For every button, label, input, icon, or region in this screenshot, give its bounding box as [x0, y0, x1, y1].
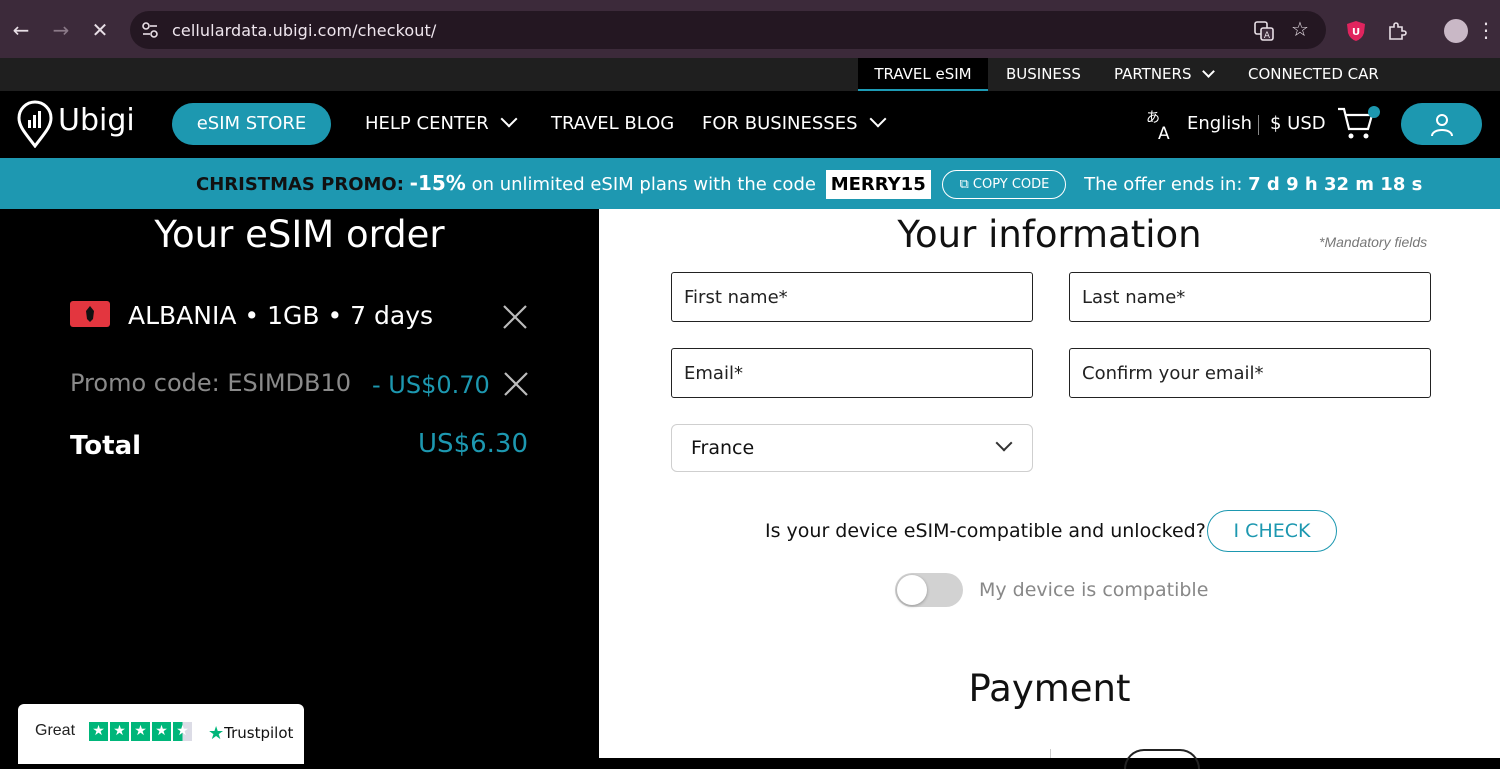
first-name-input[interactable]	[672, 273, 1032, 321]
copy-icon: ⧉	[959, 177, 969, 192]
toggle-knob	[897, 575, 927, 605]
language-icon[interactable]: あ A	[1144, 108, 1178, 142]
country-value: France	[691, 437, 755, 459]
copy-code-label: COPY CODE	[972, 177, 1050, 192]
trustpilot-widget[interactable]: Great ★ ★ ★ ★ ★ ★Trustpilot	[18, 704, 304, 764]
order-summary: Your eSIM order ALBANIA • 1GB • 7 days P…	[0, 209, 599, 764]
currency-selector[interactable]: $ USD	[1270, 113, 1326, 134]
copy-code-button[interactable]: ⧉ COPY CODE	[942, 170, 1067, 199]
albania-flag-icon	[70, 301, 110, 327]
chevron-down-icon	[869, 110, 886, 128]
promo-discount-value: - US$0.70	[372, 371, 490, 399]
topnav-travel-esim[interactable]: TRAVEL eSIM	[858, 58, 988, 91]
star-icon: ★	[89, 722, 108, 741]
trustpilot-brand: Trustpilot	[224, 724, 294, 742]
ublock-shield-icon[interactable]: U	[1345, 20, 1367, 42]
url-text: cellulardata.ubigi.com/checkout/	[172, 21, 437, 40]
stop-loading-icon[interactable]: ✕	[88, 18, 112, 42]
email-field[interactable]	[671, 348, 1033, 398]
ubigi-logo-icon[interactable]	[16, 100, 54, 148]
device-compatible-label: My device is compatible	[979, 579, 1209, 601]
language-selector[interactable]: English	[1187, 113, 1252, 134]
total-value: US$6.30	[418, 429, 528, 459]
promo-text: on unlimited eSIM plans with the code	[471, 174, 816, 195]
last-name-field[interactable]	[1069, 272, 1431, 322]
payment-divider	[1050, 749, 1051, 758]
order-item: ALBANIA • 1GB • 7 days	[128, 301, 434, 330]
profile-avatar[interactable]	[1444, 19, 1468, 43]
top-nav: TRAVEL eSIM BUSINESS PARTNERS CONNECTED …	[0, 58, 1500, 91]
help-center-menu[interactable]: HELP CENTER	[365, 110, 518, 134]
browser-menu-icon[interactable]: ⋮	[1476, 18, 1496, 42]
trustpilot-logo: ★Trustpilot	[208, 722, 294, 744]
nav-divider	[1258, 115, 1259, 135]
payment-title: Payment	[968, 667, 1131, 710]
site-info-icon[interactable]	[140, 20, 160, 40]
topnav-partners-label: PARTNERS	[1114, 65, 1192, 83]
browser-toolbar: ← → ✕ cellulardata.ubigi.com/checkout/ A…	[0, 0, 1500, 58]
promo-banner: CHRISTMAS PROMO: -15% on unlimited eSIM …	[0, 158, 1500, 209]
star-icon: ★	[110, 722, 129, 741]
user-icon	[1431, 114, 1453, 137]
back-icon[interactable]: ←	[9, 18, 33, 42]
total-label: Total	[70, 431, 142, 461]
topnav-business[interactable]: BUSINESS	[1006, 58, 1081, 91]
country-select[interactable]: France	[671, 424, 1033, 472]
confirm-email-input[interactable]	[1070, 349, 1430, 397]
account-button[interactable]	[1401, 103, 1482, 145]
esim-store-button[interactable]: eSIM STORE	[172, 103, 331, 145]
last-name-input[interactable]	[1070, 273, 1430, 321]
svg-text:A: A	[1264, 31, 1271, 41]
for-businesses-menu[interactable]: FOR BUSINESSES	[702, 110, 886, 134]
remove-promo-icon[interactable]	[503, 371, 529, 397]
information-form: Your information *Mandatory fields Franc…	[599, 209, 1500, 769]
main-nav: Ubigi eSIM STORE HELP CENTER TRAVEL BLOG…	[0, 91, 1500, 158]
logo-text[interactable]: Ubigi	[58, 103, 135, 138]
email-input[interactable]	[672, 349, 1032, 397]
bookmark-star-icon[interactable]: ☆	[1288, 17, 1312, 41]
svg-text:U: U	[1352, 27, 1360, 38]
chevron-down-icon	[1202, 65, 1216, 78]
first-name-field[interactable]	[671, 272, 1033, 322]
address-bar[interactable]: cellulardata.ubigi.com/checkout/	[130, 11, 1326, 49]
promo-code: MERRY15	[825, 170, 931, 199]
promo-discount: -15%	[409, 171, 466, 195]
star-half-icon: ★	[173, 722, 192, 741]
topnav-partners[interactable]: PARTNERS	[1114, 58, 1216, 91]
payment-method-option[interactable]	[1124, 749, 1200, 769]
forward-icon[interactable]: →	[49, 18, 73, 42]
mandatory-note: *Mandatory fields	[1319, 234, 1428, 250]
i-check-button[interactable]: I CHECK	[1207, 510, 1337, 552]
countdown: 7 d 9 h 32 m 18 s	[1248, 174, 1423, 195]
star-icon: ★	[152, 722, 171, 741]
translate-icon[interactable]: A	[1253, 20, 1275, 42]
chevron-down-icon	[500, 110, 518, 128]
trustpilot-star-icon: ★	[208, 723, 225, 744]
topnav-connected-car[interactable]: CONNECTED CAR	[1248, 58, 1379, 91]
extensions-puzzle-icon[interactable]	[1386, 20, 1408, 42]
compatibility-question: Is your device eSIM-compatible and unloc…	[765, 520, 1206, 542]
for-businesses-label: FOR BUSINESSES	[702, 113, 858, 134]
offer-ends-text: The offer ends in:	[1084, 174, 1243, 195]
confirm-email-field[interactable]	[1069, 348, 1431, 398]
device-compatible-toggle[interactable]	[895, 573, 963, 607]
promo-code-line: Promo code: ESIMDB10	[70, 369, 352, 397]
promo-label: CHRISTMAS PROMO:	[196, 174, 404, 195]
star-icon: ★	[131, 722, 150, 741]
svg-text:A: A	[1158, 124, 1170, 142]
travel-blog-link[interactable]: TRAVEL BLOG	[551, 113, 674, 134]
cart-icon[interactable]	[1336, 105, 1380, 141]
remove-item-icon[interactable]	[502, 304, 528, 330]
trustpilot-rating-word: Great	[35, 722, 76, 739]
chevron-down-icon	[995, 434, 1013, 452]
help-center-label: HELP CENTER	[365, 113, 489, 134]
order-title: Your eSIM order	[154, 213, 445, 256]
trustpilot-stars: ★ ★ ★ ★ ★	[89, 722, 192, 741]
